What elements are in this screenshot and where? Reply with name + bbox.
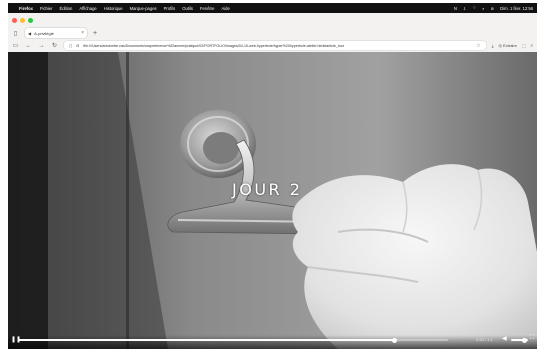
menu-item-profils[interactable]: Profils [164,6,176,11]
browser-chrome: ▯ ◀ A-privilégié × + ▭ ← → ↻ ▢ ⊟ file://… [8,13,537,52]
progress-fill [19,339,395,341]
video-player[interactable]: JOUR 2 ❚❚ 0:53 / 1:1 ◀ ⛶ [8,52,537,349]
handle-neck [203,132,239,164]
menu-icon[interactable]: ≡ [531,43,533,48]
tab-title: A-privilégié [34,30,54,36]
progress-thumb[interactable] [392,337,398,343]
zoom-window-button[interactable] [28,17,33,23]
volume-icon[interactable]: ◀ [502,335,507,342]
menubar-status-area: N ⇩ ⌔ ⌕ ⊜ Dim. 1 févr. 12:56 [454,5,533,11]
menu-item-affichage[interactable]: Affichage [79,6,96,11]
tab-active[interactable]: ◀ A-privilégié × [25,28,87,38]
file-protocol-icon: ⊟ [76,43,80,48]
star-icon[interactable]: ☆ [476,43,480,49]
tab-bar: ▯ ◀ A-privilégié × + [8,27,537,39]
close-window-button[interactable] [12,17,17,23]
close-icon[interactable]: × [81,30,84,36]
download-status-icon[interactable]: ⇩ [463,6,467,11]
extensions-icon[interactable]: ⬚ [522,43,526,48]
search-icon[interactable]: ⌕ [482,6,484,11]
video-frame [8,52,537,349]
control-center-icon[interactable]: ⊜ [491,6,495,11]
extract-button[interactable]: ◎ Extraire [498,43,516,48]
minimize-window-button[interactable] [20,17,25,23]
menu-item-outils[interactable]: Outils [182,6,193,11]
url-text[interactable]: file:///Users/antoinette.cas/Documents/m… [83,44,344,48]
menu-item-fichier[interactable]: Fichier [40,6,53,11]
fullscreen-icon[interactable]: ⛶ [530,335,534,342]
menu-item-marque-pages[interactable]: Marque-pages [130,6,157,11]
door-frame-edge [8,52,48,349]
sidebar-toggle-icon[interactable]: ▭ [12,42,19,49]
downloads-icon[interactable]: ⤓ [492,43,494,48]
menu-item-edition[interactable]: Édition [60,6,73,11]
wifi-icon[interactable]: ⌔ [472,5,476,11]
video-overlay-title: JOUR 2 [232,180,303,199]
toolbar-right: ⤓ ◎ Extraire ⬚ ≡ [492,43,533,48]
hand [292,164,537,349]
new-tab-button[interactable]: + [93,30,97,37]
window-controls [8,13,537,27]
menu-bar: Firefox Fichier Édition Affichage Histor… [8,3,537,13]
status-icon[interactable]: N [454,6,457,11]
door-gap [126,52,129,349]
page-icon: ▢ [69,43,73,48]
menu-item-aide[interactable]: Aide [221,6,229,11]
sidebar-icon[interactable]: ▯ [12,30,19,37]
progress-bar[interactable] [19,337,448,343]
menu-item-historique[interactable]: Historique [104,6,123,11]
forward-icon[interactable]: → [38,43,45,49]
menubar-clock[interactable]: Dim. 1 févr. 12:56 [500,6,533,11]
volume-thumb[interactable] [522,337,527,343]
address-bar[interactable]: ▢ ⊟ file:///Users/antoinette.cas/Documen… [64,41,486,50]
reload-icon[interactable]: ↻ [51,42,58,49]
extract-label: Extraire [503,43,517,48]
back-icon[interactable]: ← [25,43,32,49]
menu-item-fenetre[interactable]: Fenêtre [200,6,214,11]
time-label: 0:53 / 1:1 [476,337,493,342]
speaker-icon[interactable]: ◀ [28,31,31,36]
menu-item-firefox[interactable]: Firefox [19,6,33,11]
navigation-bar: ▭ ← → ↻ ▢ ⊟ file:///Users/antoinette.cas… [8,39,537,52]
video-controls: ❚❚ 0:53 / 1:1 ◀ ⛶ [8,335,537,349]
